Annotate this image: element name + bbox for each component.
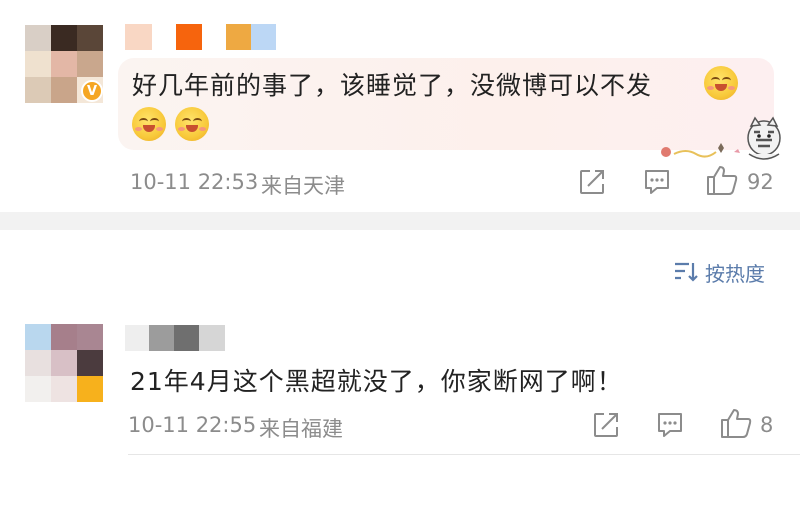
comment-separator	[128, 454, 800, 455]
username-redacted[interactable]	[125, 24, 276, 50]
share-icon[interactable]	[578, 168, 606, 196]
verified-badge-icon: V	[81, 80, 103, 102]
comment-location: 来自福建	[259, 417, 343, 441]
comment-time: 10-11 22:53	[130, 170, 259, 194]
avatar[interactable]	[25, 324, 103, 402]
comment-time: 10-11 22:55	[128, 413, 257, 437]
hug-smile-emoji-icon	[704, 66, 738, 100]
section-divider	[0, 212, 800, 230]
sort-by-hot-button[interactable]: 按热度	[673, 258, 765, 286]
hug-smile-emoji-icon	[175, 107, 209, 141]
comment-text: 好几年前的事了，该睡觉了，没微博可以不发	[132, 71, 653, 100]
share-icon[interactable]	[592, 411, 620, 439]
comment-location: 来自天津	[261, 174, 345, 198]
comment-text: 21年4月这个黑超就没了，你家断网了啊！	[130, 367, 623, 396]
hug-smile-emoji-icon	[132, 107, 166, 141]
sort-icon	[675, 262, 698, 282]
thumbs-up-icon[interactable]	[719, 407, 753, 439]
comment-icon[interactable]	[656, 411, 684, 439]
comment-icon[interactable]	[643, 168, 671, 196]
thumbs-up-icon[interactable]	[705, 164, 739, 196]
sort-label: 按热度	[705, 261, 765, 286]
like-count: 92	[747, 170, 774, 194]
cat-sticker-icon	[661, 116, 781, 160]
like-count: 8	[760, 413, 774, 437]
username-redacted[interactable]	[125, 325, 225, 351]
